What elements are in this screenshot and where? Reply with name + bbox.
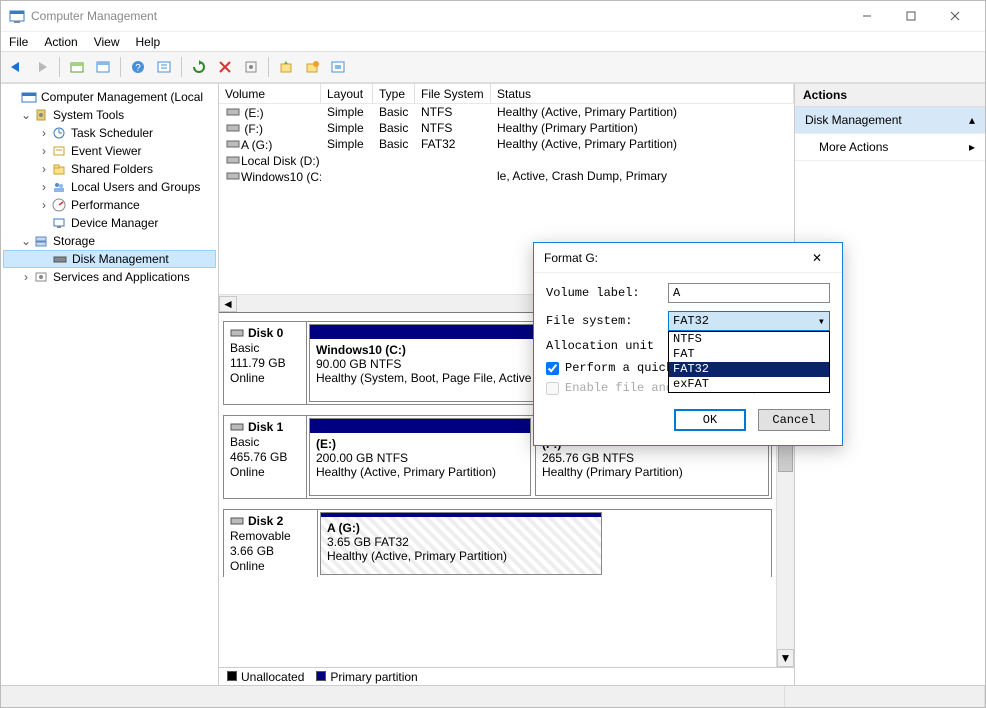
- volume-table-header: Volume Layout Type File System Status: [219, 84, 794, 104]
- chevron-down-icon: ▾: [818, 314, 825, 329]
- action-disk-management[interactable]: Disk Management ▴: [795, 107, 985, 134]
- opt-fat[interactable]: FAT: [669, 347, 829, 362]
- tree-system-tools[interactable]: ⌄System Tools: [3, 106, 216, 124]
- drive-icon: [225, 105, 241, 119]
- checkbox-compression: [546, 382, 559, 395]
- opt-exfat[interactable]: exFAT: [669, 377, 829, 392]
- tree-local-users[interactable]: ›Local Users and Groups: [3, 178, 216, 196]
- drive-icon: [225, 153, 241, 167]
- forward-button[interactable]: [31, 56, 53, 78]
- tree-event-viewer[interactable]: ›Event Viewer: [3, 142, 216, 160]
- ok-button[interactable]: OK: [674, 409, 746, 431]
- toolbar-icon-4[interactable]: [327, 56, 349, 78]
- app-icon: [9, 8, 25, 24]
- tree-storage[interactable]: ⌄Storage: [3, 232, 216, 250]
- tree-disk-management[interactable]: Disk Management: [3, 250, 216, 268]
- tree-device-manager[interactable]: Device Manager: [3, 214, 216, 232]
- menu-help[interactable]: Help: [136, 35, 161, 49]
- menu-bar: File Action View Help: [1, 31, 985, 51]
- refresh-button[interactable]: [188, 56, 210, 78]
- legend-primary: Primary partition: [316, 670, 417, 684]
- menu-file[interactable]: File: [9, 35, 28, 49]
- actions-header: Actions: [795, 84, 985, 107]
- toolbar-icon-2[interactable]: [275, 56, 297, 78]
- tree-root[interactable]: Computer Management (Local: [3, 88, 216, 106]
- scroll-left-icon[interactable]: ◄: [219, 296, 237, 312]
- col-type[interactable]: Type: [373, 84, 415, 103]
- help-button[interactable]: ?: [127, 56, 149, 78]
- disk-card: Disk 2Removable3.66 GBOnlineA (G:)3.65 G…: [223, 509, 772, 577]
- col-layout[interactable]: Layout: [321, 84, 373, 103]
- chevron-right-icon: ▸: [969, 140, 975, 154]
- delete-button[interactable]: [214, 56, 236, 78]
- menu-view[interactable]: View: [94, 35, 120, 49]
- partition[interactable]: A (G:)3.65 GB FAT32Healthy (Active, Prim…: [320, 512, 602, 575]
- title-bar: Computer Management: [1, 1, 985, 31]
- drive-icon: [225, 169, 241, 183]
- label-volume-label: Volume label:: [546, 286, 668, 300]
- svg-text:?: ?: [135, 63, 141, 74]
- volume-row[interactable]: (F:)SimpleBasicNTFSHealthy (Primary Part…: [219, 120, 794, 136]
- partition[interactable]: (E:)200.00 GB NTFSHealthy (Active, Prima…: [309, 418, 531, 496]
- tree-pane: Computer Management (Local ⌄System Tools…: [1, 84, 219, 685]
- dialog-title: Format G:: [544, 251, 598, 265]
- up-button[interactable]: [66, 56, 88, 78]
- drive-icon: [225, 137, 241, 151]
- tree-performance[interactable]: ›Performance: [3, 196, 216, 214]
- minimize-button[interactable]: [845, 1, 889, 31]
- properties-button[interactable]: [92, 56, 114, 78]
- toolbar-icon-3[interactable]: [301, 56, 323, 78]
- close-button[interactable]: [933, 1, 977, 31]
- legend: Unallocated Primary partition: [219, 667, 794, 685]
- volume-row[interactable]: (E:)SimpleBasicNTFSHealthy (Active, Prim…: [219, 104, 794, 120]
- disk-info: Disk 2Removable3.66 GBOnline: [224, 510, 318, 577]
- volume-table-body: (E:)SimpleBasicNTFSHealthy (Active, Prim…: [219, 104, 794, 184]
- input-volume-label[interactable]: [668, 283, 830, 303]
- cancel-button[interactable]: Cancel: [758, 409, 830, 431]
- disk-info: Disk 0Basic111.79 GBOnline: [224, 322, 307, 404]
- scroll-down-icon[interactable]: ▼: [777, 649, 794, 667]
- toolbar: ?: [1, 52, 985, 82]
- back-button[interactable]: [5, 56, 27, 78]
- action-more-actions[interactable]: More Actions ▸: [795, 134, 985, 161]
- dialog-close-icon[interactable]: ✕: [802, 251, 832, 265]
- volume-row[interactable]: Windows10 (C:)le, Active, Crash Dump, Pr…: [219, 168, 794, 184]
- col-status[interactable]: Status: [491, 84, 794, 103]
- opt-ntfs[interactable]: NTFS: [669, 332, 829, 347]
- checkbox-quick-format[interactable]: [546, 362, 559, 375]
- toolbar-icon-1[interactable]: [153, 56, 175, 78]
- tree-task-scheduler[interactable]: ›Task Scheduler: [3, 124, 216, 142]
- menu-action[interactable]: Action: [44, 35, 77, 49]
- tree-services[interactable]: ›Services and Applications: [3, 268, 216, 286]
- drive-icon: [225, 121, 241, 135]
- combo-options: NTFS FAT FAT32 exFAT: [668, 331, 830, 393]
- dialog-titlebar[interactable]: Format G: ✕: [534, 243, 842, 273]
- col-volume[interactable]: Volume: [219, 84, 321, 103]
- center-pane: Volume Layout Type File System Status (E…: [219, 84, 795, 685]
- window-title: Computer Management: [31, 9, 845, 23]
- col-filesystem[interactable]: File System: [415, 84, 491, 103]
- status-bar: [1, 685, 985, 707]
- combo-file-system[interactable]: FAT32▾ NTFS FAT FAT32 exFAT: [668, 311, 830, 331]
- label-allocation-unit: Allocation unit: [546, 339, 668, 353]
- volume-row[interactable]: Local Disk (D:): [219, 152, 794, 168]
- tree-shared-folders[interactable]: ›Shared Folders: [3, 160, 216, 178]
- volume-row[interactable]: A (G:)SimpleBasicFAT32Healthy (Active, P…: [219, 136, 794, 152]
- collapse-icon: ▴: [969, 113, 975, 127]
- settings-button[interactable]: [240, 56, 262, 78]
- label-file-system: File system:: [546, 314, 668, 328]
- opt-fat32[interactable]: FAT32: [669, 362, 829, 377]
- maximize-button[interactable]: [889, 1, 933, 31]
- legend-unallocated: Unallocated: [227, 670, 304, 684]
- disk-info: Disk 1Basic465.76 GBOnline: [224, 416, 307, 498]
- format-dialog: Format G: ✕ Volume label: File system: F…: [533, 242, 843, 446]
